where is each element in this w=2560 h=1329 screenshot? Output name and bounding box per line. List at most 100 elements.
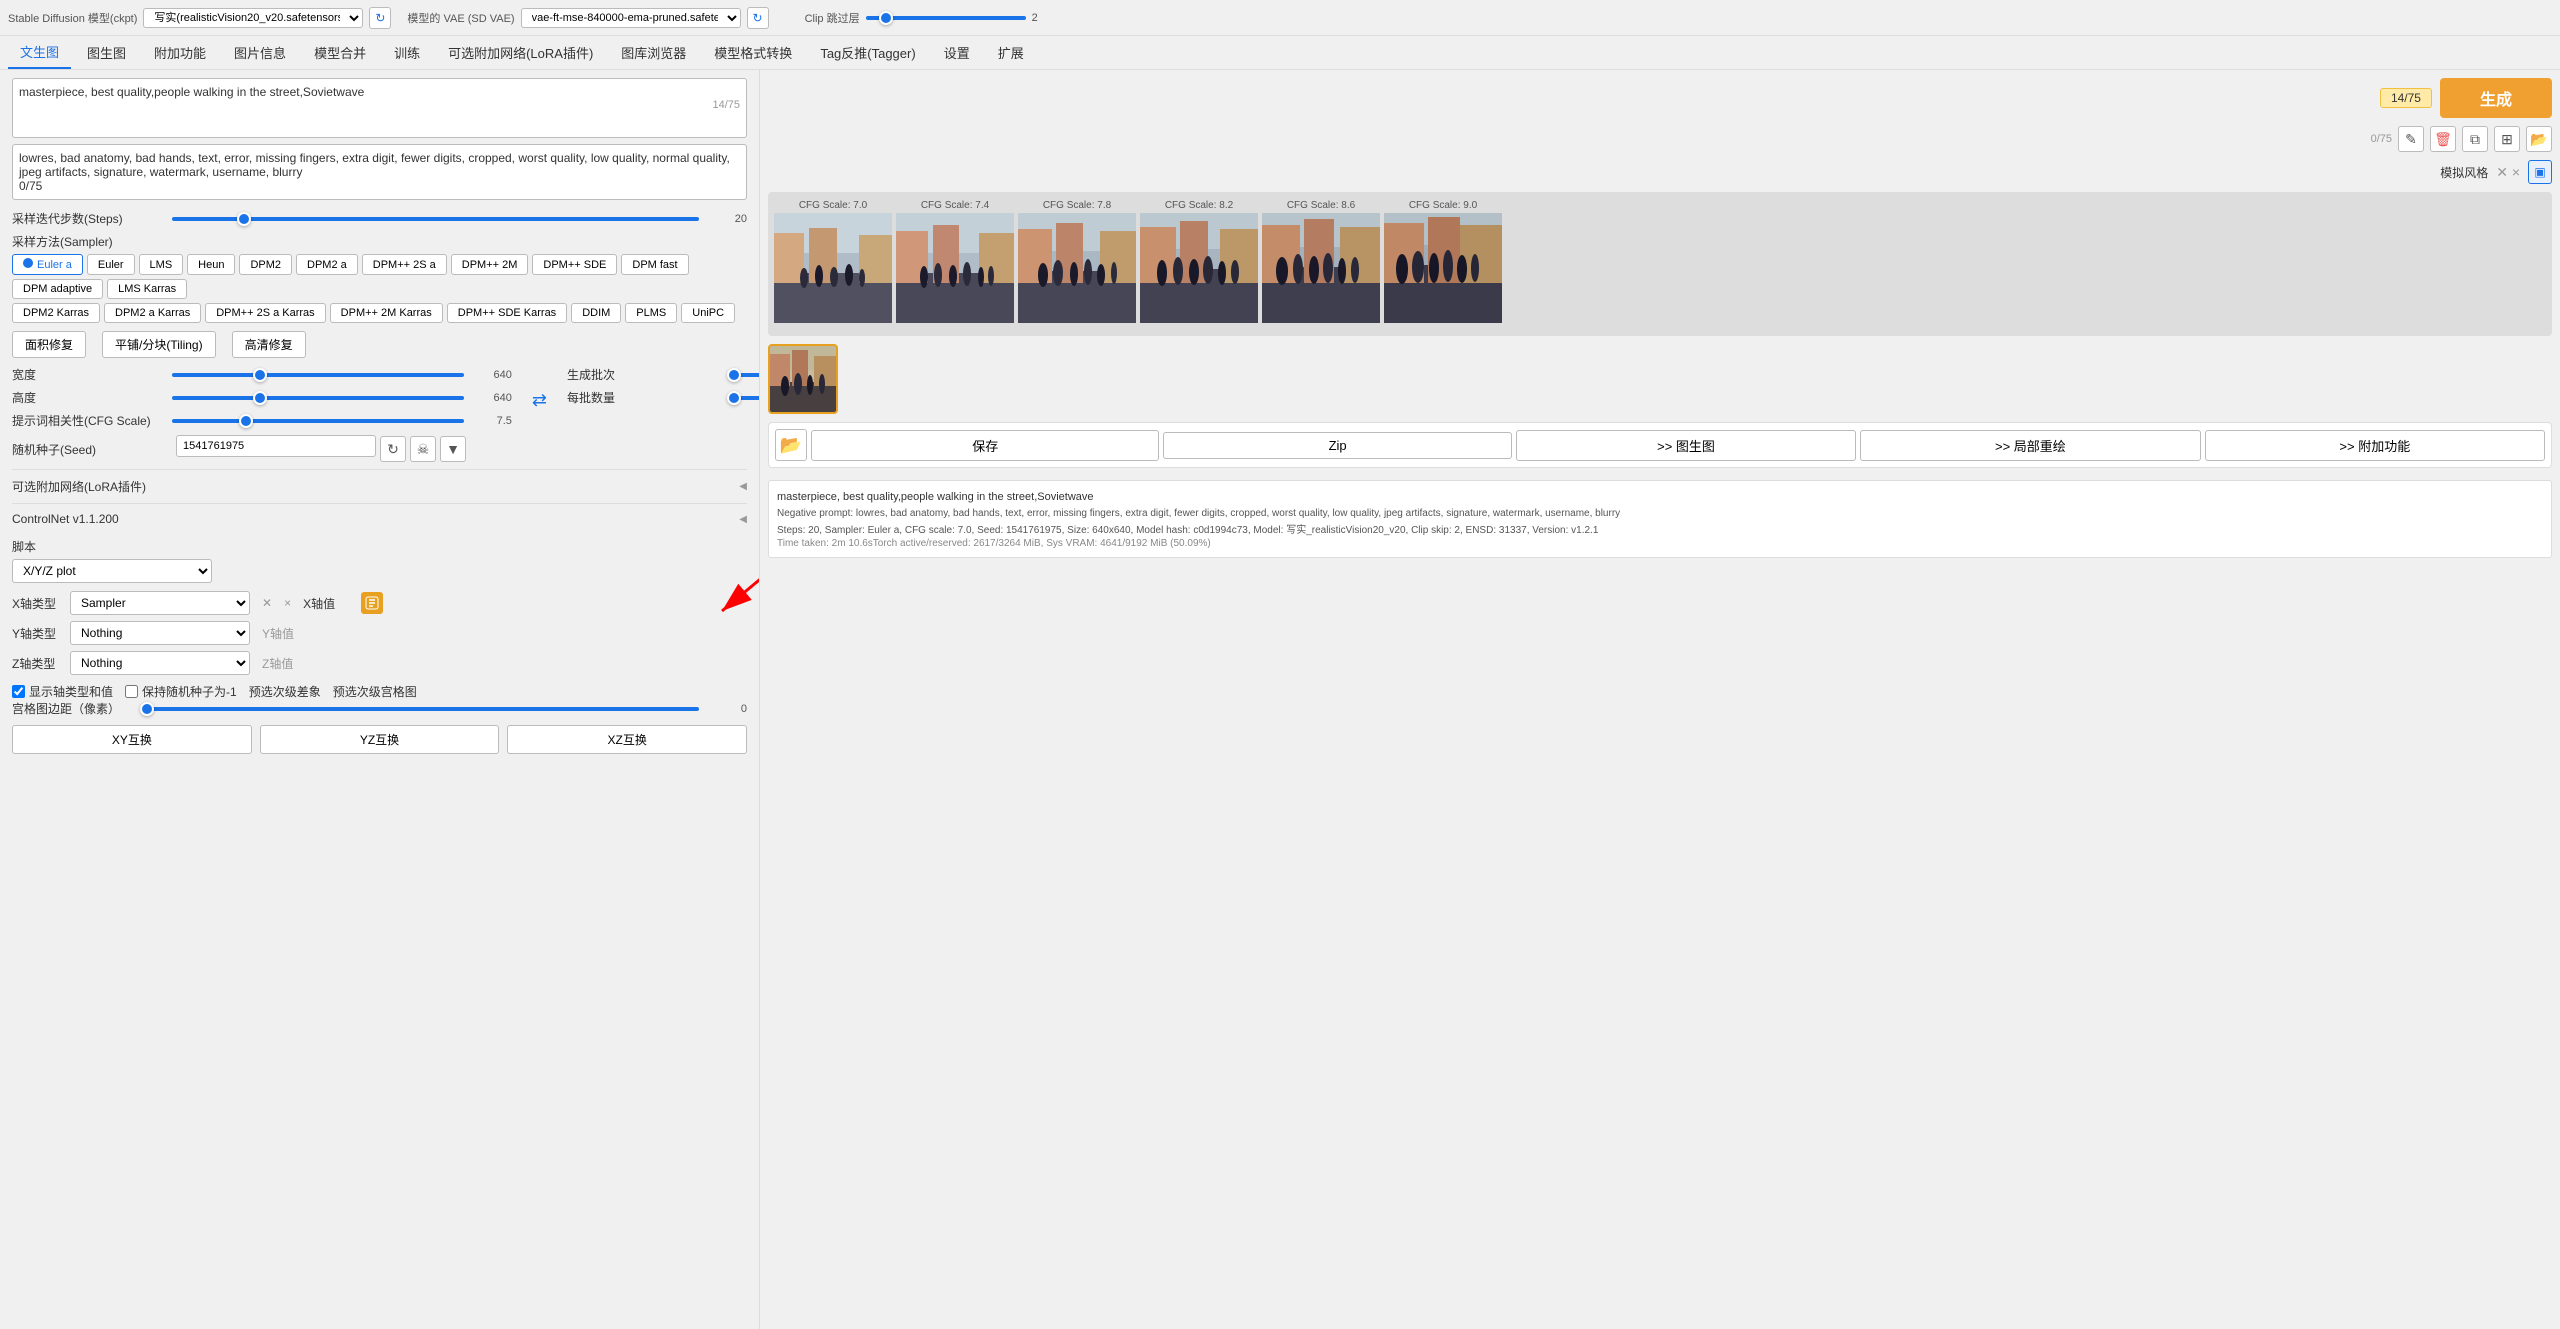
- show-labels-input[interactable]: [12, 685, 25, 698]
- sampler-euler-a[interactable]: Euler a: [12, 254, 83, 275]
- lora-header[interactable]: 可选附加网络(LoRA插件) ◀: [12, 474, 747, 499]
- tab-convert[interactable]: 模型格式转换: [702, 37, 804, 68]
- height-slider[interactable]: [172, 396, 464, 400]
- steps-slider[interactable]: [172, 217, 699, 221]
- keep-seed-input[interactable]: [125, 685, 138, 698]
- sampler-plms[interactable]: PLMS: [625, 303, 677, 323]
- grid-btn[interactable]: ⊞: [2494, 126, 2520, 152]
- sampler-dpm2sa-karras[interactable]: DPM++ 2S a Karras: [205, 303, 325, 323]
- tab-txt2img[interactable]: 文生图: [8, 36, 71, 69]
- style-close-btn[interactable]: ✕ ×: [2496, 164, 2520, 181]
- steps-row: 采样迭代步数(Steps) 20: [12, 210, 747, 227]
- model-refresh-btn[interactable]: ↻: [369, 7, 391, 29]
- vae-refresh-btn[interactable]: ↻: [747, 7, 769, 29]
- zip-btn[interactable]: Zip: [1163, 432, 1511, 459]
- sampler-dpm2m-karras[interactable]: DPM++ 2M Karras: [330, 303, 443, 323]
- sampler-euler[interactable]: Euler: [87, 254, 135, 275]
- batch-size-row: 每批数量 1: [567, 389, 747, 406]
- seed-skull-btn[interactable]: ☠: [410, 436, 436, 462]
- cfg-label: 提示词相关性(CFG Scale): [12, 412, 172, 429]
- seed-recycle-btn[interactable]: ↻: [380, 436, 406, 462]
- z-type-select[interactable]: Nothing: [70, 651, 250, 675]
- sampler-dpmsde-karras[interactable]: DPM++ SDE Karras: [447, 303, 567, 323]
- batch-size-slider[interactable]: [727, 396, 760, 400]
- xz-exchange-btn[interactable]: XZ互换: [507, 725, 747, 754]
- tab-extras[interactable]: 附加功能: [142, 37, 218, 68]
- gallery-item-0[interactable]: CFG Scale: 7.0: [774, 198, 892, 326]
- tab-merge[interactable]: 模型合并: [302, 37, 378, 68]
- x-type-select[interactable]: Sampler: [70, 591, 250, 615]
- tiling-btn[interactable]: 平铺/分块(Tiling): [102, 331, 216, 358]
- sampler-dpm-adaptive[interactable]: DPM adaptive: [12, 279, 103, 299]
- sampler-heun[interactable]: Heun: [187, 254, 235, 275]
- vae-select[interactable]: vae-ft-mse-840000-ema-pruned.safetensors: [521, 8, 741, 28]
- x-close-btn[interactable]: ✕: [262, 596, 272, 610]
- clip-slider[interactable]: [866, 16, 1026, 20]
- tab-extensions[interactable]: 扩展: [986, 37, 1036, 68]
- hires-fix-btn[interactable]: 面积修复: [12, 331, 86, 358]
- keep-seed-checkbox[interactable]: 保持随机种子为-1: [125, 683, 237, 700]
- sampler-lms[interactable]: LMS: [139, 254, 184, 275]
- sampler-dpm2[interactable]: DPM2: [239, 254, 292, 275]
- tab-lora[interactable]: 可选附加网络(LoRA插件): [436, 37, 605, 68]
- width-slider[interactable]: [172, 373, 464, 377]
- show-labels-checkbox[interactable]: 显示轴类型和值: [12, 683, 113, 700]
- save-btn[interactable]: 保存: [811, 430, 1159, 461]
- batch-count-slider[interactable]: [727, 373, 760, 377]
- script-select[interactable]: X/Y/Z plot: [12, 559, 212, 583]
- seed-input[interactable]: [176, 435, 376, 457]
- x-orange-btn[interactable]: [361, 592, 383, 614]
- folder-btn2[interactable]: 📂: [2526, 126, 2552, 152]
- tab-tagger[interactable]: Tag反推(Tagger): [808, 37, 927, 68]
- model-type-label: Stable Diffusion 模型(ckpt): [8, 10, 137, 26]
- seed-extra-btn[interactable]: ▼: [440, 436, 466, 462]
- sampler-dpm-2m[interactable]: DPM++ 2M: [451, 254, 529, 275]
- gallery-item-4[interactable]: CFG Scale: 8.6: [1262, 198, 1380, 326]
- to-img2img-btn[interactable]: >> 图生图: [1516, 430, 1856, 461]
- y-type-select[interactable]: Nothing: [70, 621, 250, 645]
- sampler-dpm2a-karras[interactable]: DPM2 a Karras: [104, 303, 201, 323]
- open-folder-btn[interactable]: 📂: [775, 429, 807, 461]
- sampler-dpm-2sa[interactable]: DPM++ 2S a: [362, 254, 447, 275]
- margin-slider[interactable]: [140, 707, 699, 711]
- model-select[interactable]: 写实(realisticVision20_v20.safetensors [c0…: [143, 8, 363, 28]
- tab-settings[interactable]: 设置: [932, 37, 982, 68]
- cfg-slider[interactable]: [172, 419, 464, 423]
- tab-gallery[interactable]: 图库浏览器: [609, 37, 698, 68]
- gallery-item-5[interactable]: CFG Scale: 9.0: [1384, 198, 1502, 326]
- sampler-unipc[interactable]: UniPC: [681, 303, 735, 323]
- sampler-dpm-fast[interactable]: DPM fast: [621, 254, 688, 275]
- extras-btn[interactable]: >> 附加功能: [2205, 430, 2545, 461]
- inpaint-btn[interactable]: >> 局部重绘: [1860, 430, 2200, 461]
- xy-exchange-btn[interactable]: XY互换: [12, 725, 252, 754]
- output-prompt-text: masterpiece, best quality,people walking…: [777, 489, 2543, 506]
- generate-button[interactable]: 生成: [2440, 78, 2552, 118]
- sampler-dpm2-a[interactable]: DPM2 a: [296, 254, 358, 275]
- gallery-item-1[interactable]: CFG Scale: 7.4: [896, 198, 1014, 326]
- sampler-dpm2-karras[interactable]: DPM2 Karras: [12, 303, 100, 323]
- height-label: 高度: [12, 389, 172, 406]
- sampler-ddim[interactable]: DDIM: [571, 303, 621, 323]
- sampler-dpm-sde[interactable]: DPM++ SDE: [532, 254, 617, 275]
- x-type-label: X轴类型: [12, 595, 62, 612]
- hires2-btn[interactable]: 高清修复: [232, 331, 306, 358]
- tab-train[interactable]: 训练: [382, 37, 432, 68]
- style-apply-btn[interactable]: ▣: [2528, 160, 2552, 184]
- edit-style-btn[interactable]: ✎: [2398, 126, 2424, 152]
- tab-pnginfo[interactable]: 图片信息: [222, 37, 298, 68]
- positive-counter: 14/75: [19, 99, 740, 111]
- gallery-item-2[interactable]: CFG Scale: 7.8: [1018, 198, 1136, 326]
- swap-icon[interactable]: ⇄: [532, 390, 547, 411]
- sampler-lms-karras[interactable]: LMS Karras: [107, 279, 187, 299]
- tab-img2img[interactable]: 图生图: [75, 37, 138, 68]
- current-thumbnail[interactable]: [768, 344, 838, 414]
- trash-btn[interactable]: 🗑: [2430, 126, 2456, 152]
- yz-exchange-btn[interactable]: YZ互换: [260, 725, 500, 754]
- positive-prompt[interactable]: masterpiece, best quality,people walking…: [12, 78, 747, 138]
- batch-size-slider-container: 1: [727, 392, 760, 404]
- copy-btn[interactable]: ⧉: [2462, 126, 2488, 152]
- gallery-item-3[interactable]: CFG Scale: 8.2: [1140, 198, 1258, 326]
- controlnet-header[interactable]: ControlNet v1.1.200 ◀: [12, 508, 747, 530]
- margin-label: 宫格图边距（像素）: [12, 700, 132, 717]
- negative-prompt[interactable]: lowres, bad anatomy, bad hands, text, er…: [12, 144, 747, 200]
